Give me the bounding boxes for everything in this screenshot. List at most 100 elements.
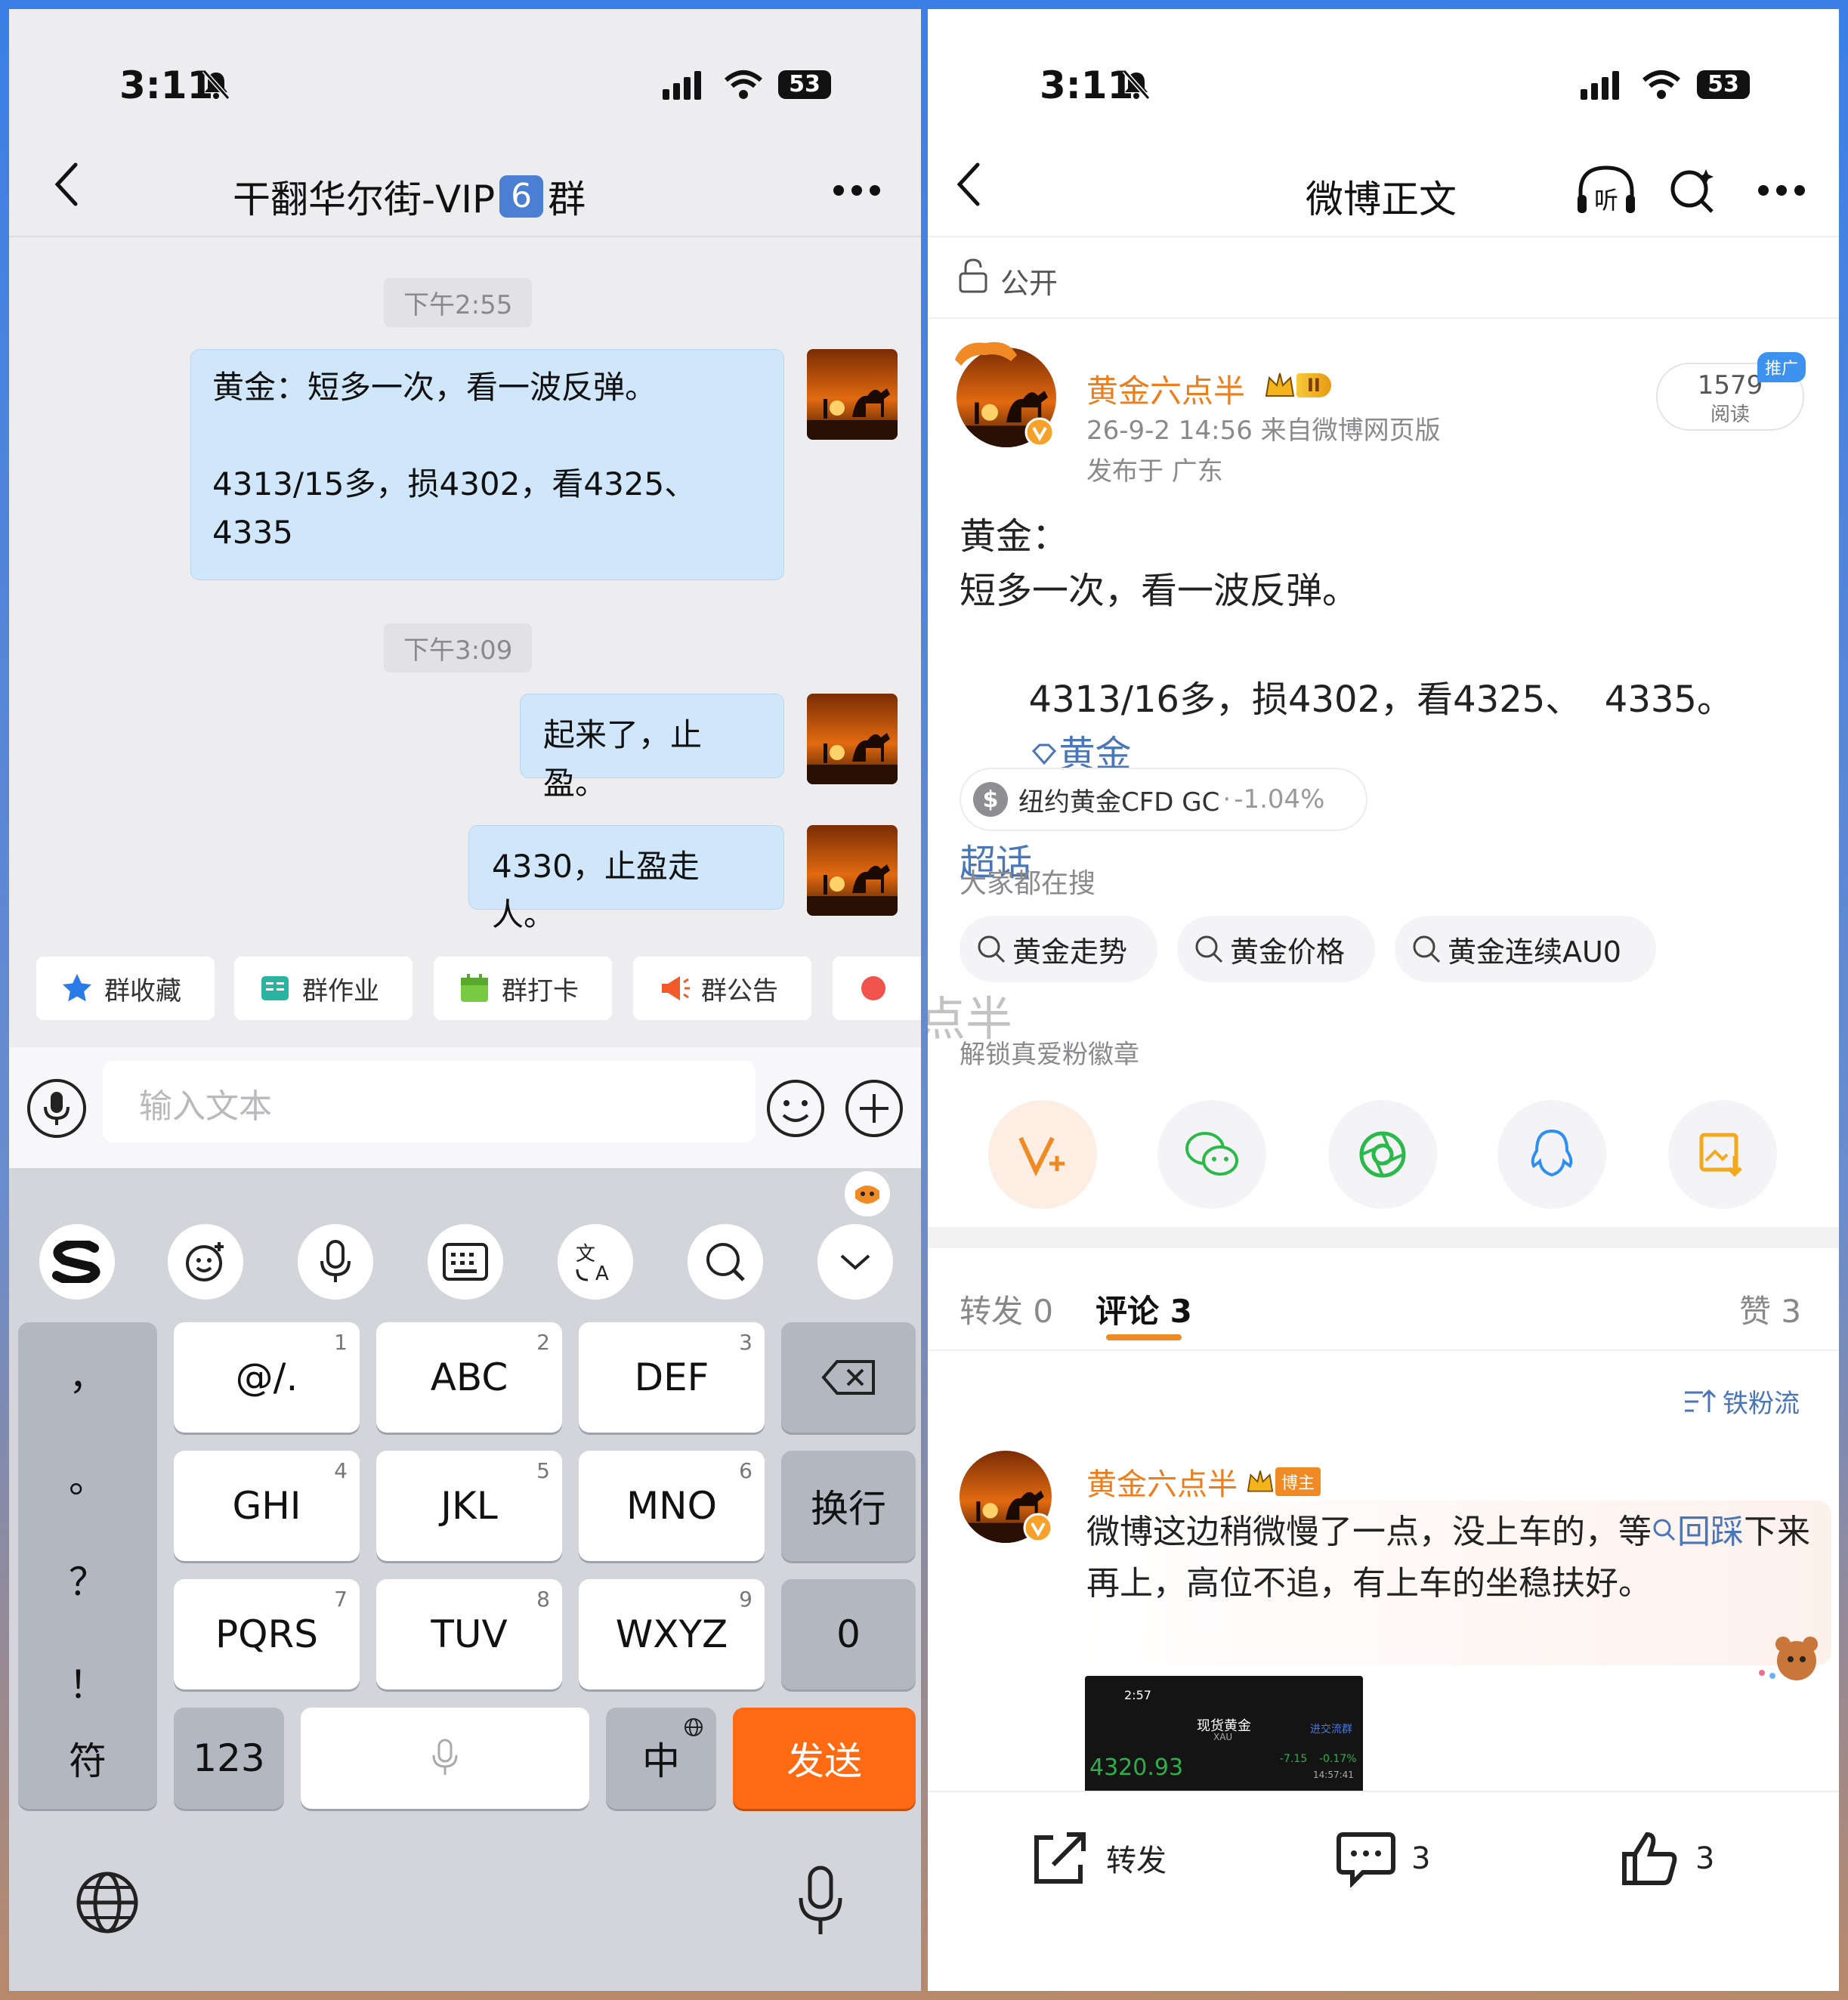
header-divider (9, 236, 921, 237)
comment-author[interactable]: 黄金六点半 (1086, 1460, 1238, 1504)
back-chevron-icon[interactable] (51, 162, 82, 207)
collapse-keyboard-icon[interactable] (817, 1224, 893, 1300)
punct-key[interactable]: ， (69, 1346, 107, 1401)
verified-badge-icon (1023, 1513, 1053, 1543)
avatar[interactable] (807, 694, 898, 784)
avatar[interactable] (807, 349, 898, 440)
sogou-logo-icon[interactable] (39, 1224, 115, 1300)
sort-button[interactable]: 铁粉流 (1683, 1383, 1800, 1420)
dictation-microphone-icon[interactable] (796, 1865, 845, 1937)
group-announcement-button[interactable]: 群公告 (633, 957, 811, 1020)
key-label: MNO (626, 1484, 717, 1528)
header-divider (928, 236, 1839, 237)
comment-search-link[interactable]: 回踩 (1652, 1513, 1744, 1551)
thumb-change-pct: -0.17% (1319, 1753, 1357, 1765)
send-key[interactable]: 发送 (733, 1708, 916, 1809)
emoji-plus-icon[interactable] (168, 1224, 243, 1300)
share-wechat-button[interactable] (1157, 1100, 1266, 1209)
key-number: 3 (739, 1330, 752, 1355)
punctuation-column[interactable]: ， 。 ？ ！ (18, 1322, 157, 1733)
timestamp: 下午2:55 (384, 278, 533, 327)
share-qq-button[interactable] (1497, 1100, 1606, 1209)
punct-key[interactable]: 。 (69, 1449, 107, 1504)
key-label: ABC (430, 1355, 508, 1399)
search-chip[interactable]: 黄金走势 (960, 916, 1157, 982)
chat-screen: 3:11 53 干翻华尔街-VIP 6 群 下午2:55 黄金：短多一次，看一波… (9, 9, 921, 1991)
homework-icon (261, 976, 289, 1000)
backspace-key[interactable] (781, 1322, 916, 1433)
key-8[interactable]: TUV 8 (376, 1579, 562, 1689)
vip-badge-button[interactable] (988, 1100, 1097, 1209)
post-body: 黄金： 短多一次，看一波反弹。 4313/16多，损4302，看4325、 43… (960, 509, 1733, 890)
message-bubble[interactable]: 4330，止盈走人。 (468, 825, 784, 933)
space-key[interactable] (301, 1708, 589, 1809)
group-homework-button[interactable]: 群作业 (234, 957, 413, 1020)
avatar[interactable] (807, 825, 898, 916)
mascot-icon[interactable] (843, 1170, 892, 1218)
dollar-icon: $ (973, 782, 1008, 817)
share-moments-button[interactable] (1328, 1100, 1437, 1209)
punct-key[interactable]: ！ (69, 1655, 107, 1709)
author-name[interactable]: 黄金六点半 (1086, 366, 1245, 412)
group-checkin-button[interactable]: 群打卡 (434, 957, 612, 1020)
blogger-badge: 博主 (1275, 1467, 1321, 1496)
translate-icon[interactable]: 文A (558, 1224, 633, 1300)
bear-sticker-icon (1759, 1637, 1818, 1680)
search-chip-label: 黄金价格 (1230, 935, 1346, 969)
divider (928, 1349, 1839, 1351)
add-icon[interactable] (843, 1077, 905, 1139)
key-9[interactable]: WXYZ 9 (579, 1579, 765, 1689)
tab-reposts[interactable]: 转发 0 (960, 1286, 1053, 1332)
tab-comments[interactable]: 评论 3 (1096, 1286, 1192, 1332)
search-icon (978, 935, 1006, 963)
key-1[interactable]: @/. 1 (174, 1322, 360, 1433)
tab-count: 3 (1781, 1293, 1802, 1330)
key-4[interactable]: GHI 4 (174, 1451, 360, 1561)
more-icon[interactable] (833, 184, 881, 196)
key-3[interactable]: DEF 3 (579, 1322, 765, 1433)
more-icon[interactable] (1757, 184, 1806, 196)
message-bubble[interactable]: 黄金：短多一次，看一波反弹。 4313/15多，损4302，看4325、 433… (190, 349, 784, 580)
search-chip[interactable]: 黄金价格 (1177, 916, 1375, 982)
stock-quote-card[interactable]: $ 纽约黄金CFD GC · -1.04% (960, 768, 1367, 831)
mute-bell-icon (202, 70, 230, 100)
key-number: 8 (536, 1587, 550, 1612)
globe-icon[interactable] (74, 1869, 141, 1936)
key-label: JKL (440, 1484, 498, 1528)
message-input[interactable]: 输入文本 (103, 1061, 756, 1142)
key-7[interactable]: PQRS 7 (174, 1579, 360, 1689)
key-label: 中 (642, 1739, 680, 1783)
like-button[interactable]: 3 (1620, 1830, 1714, 1887)
numbers-key[interactable]: 123 (174, 1708, 284, 1809)
punct-key[interactable]: ？ (69, 1552, 107, 1606)
tab-likes[interactable]: 赞 3 (1739, 1286, 1801, 1332)
listen-button[interactable]: 听 (1576, 165, 1636, 218)
voice-typing-icon[interactable] (298, 1224, 373, 1300)
voice-input-button[interactable] (27, 1079, 86, 1138)
key-6[interactable]: MNO 6 (579, 1451, 765, 1561)
comment-image-thumbnail[interactable]: 2:57 现货黄金 XAU 进交流群 4320.93 -7.15 -0.17% … (1085, 1676, 1363, 1801)
key-2[interactable]: ABC 2 (376, 1322, 562, 1433)
tab-count: 0 (1033, 1293, 1054, 1330)
save-image-button[interactable] (1668, 1100, 1777, 1209)
key-5[interactable]: JKL 5 (376, 1451, 562, 1561)
wechat-icon (1185, 1132, 1238, 1176)
symbols-key[interactable]: 符 (18, 1708, 157, 1809)
level-badge: II (1263, 369, 1346, 402)
keyboard-switch-icon[interactable] (428, 1224, 503, 1300)
zero-key[interactable]: 0 (781, 1579, 916, 1689)
avatar-frame-decoration-icon (955, 342, 1017, 366)
search-chip[interactable]: 黄金连续AU0 (1395, 916, 1656, 982)
comment-button[interactable]: 3 (1336, 1830, 1430, 1887)
newline-key[interactable]: 换行 (781, 1451, 916, 1561)
group-favorites-button[interactable]: 群收藏 (36, 957, 215, 1020)
group-more-action-button[interactable] (833, 957, 921, 1020)
message-bubble[interactable]: 起来了，止盈。 (520, 694, 784, 802)
emoji-icon[interactable] (765, 1077, 827, 1139)
search-icon[interactable] (688, 1224, 763, 1300)
repost-button[interactable]: 转发 (1031, 1830, 1167, 1886)
search-icon[interactable] (1668, 166, 1717, 215)
back-chevron-icon[interactable] (953, 162, 984, 207)
comment-text-part: 微博这边稍微慢了一点，没上车的，等 (1086, 1513, 1652, 1551)
language-key[interactable]: 中 (606, 1708, 716, 1809)
